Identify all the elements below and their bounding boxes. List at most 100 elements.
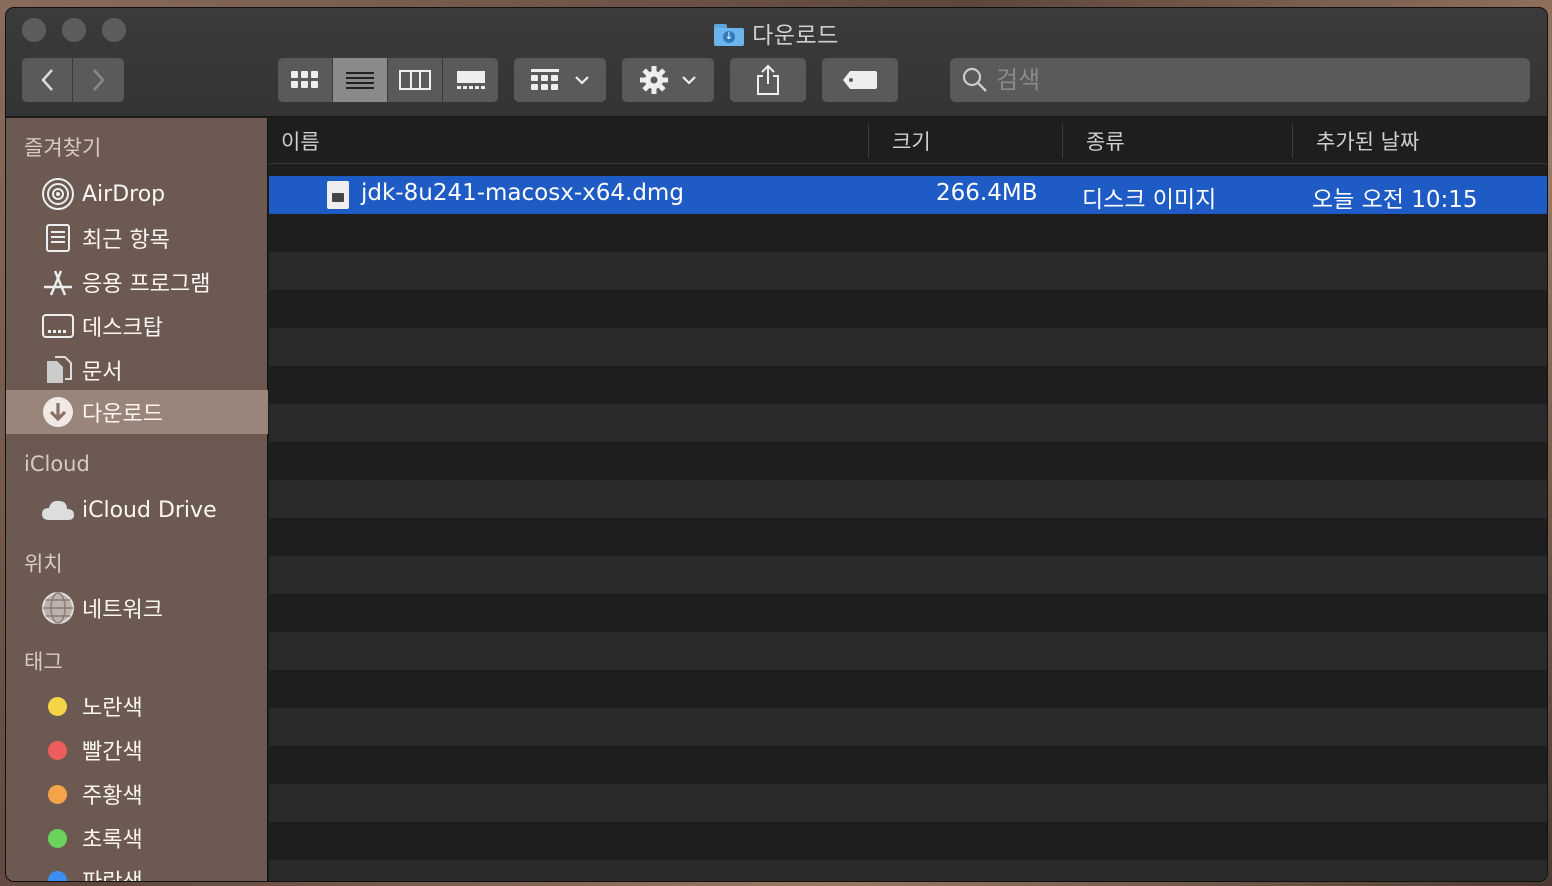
sidebar-item-label: 응용 프로그램 bbox=[82, 272, 211, 297]
column-divider[interactable] bbox=[868, 124, 869, 158]
empty-row bbox=[269, 670, 1547, 708]
search-icon bbox=[962, 67, 987, 92]
empty-row bbox=[269, 366, 1547, 404]
column-divider[interactable] bbox=[1062, 124, 1063, 158]
chevron-down-icon bbox=[682, 76, 696, 85]
sidebar-item-label: 다운로드 bbox=[82, 402, 163, 427]
network-icon bbox=[40, 590, 76, 626]
cloud-icon bbox=[40, 492, 76, 528]
documents-icon bbox=[40, 352, 76, 388]
favorites-header: 즐겨찾기 bbox=[24, 136, 102, 160]
column-header-row: 이름 크기 종류 추가된 날짜 bbox=[269, 118, 1547, 164]
window-title-text: 다운로드 bbox=[752, 23, 839, 49]
empty-row bbox=[269, 556, 1547, 594]
grid-icon bbox=[291, 71, 318, 88]
sidebar-item-label: 네트워크 bbox=[82, 598, 163, 623]
sidebar-item-label: iCloud Drive bbox=[82, 497, 217, 523]
edit-tags-button[interactable] bbox=[822, 58, 898, 102]
empty-row bbox=[269, 746, 1547, 784]
sidebar-item-label: 빨간색 bbox=[82, 740, 143, 765]
sidebar-item-documents[interactable]: 문서 bbox=[6, 348, 268, 392]
navigation-buttons bbox=[22, 58, 124, 102]
chevron-left-icon bbox=[41, 69, 53, 91]
sidebar-item-applications[interactable]: 응용 프로그램 bbox=[6, 260, 268, 304]
columns-icon bbox=[399, 70, 431, 90]
yellow-tag-dot-icon bbox=[48, 696, 67, 716]
column-header-size[interactable]: 크기 bbox=[892, 126, 931, 156]
icon-view-button[interactable] bbox=[278, 58, 333, 102]
gallery-view-button[interactable] bbox=[443, 58, 498, 102]
sidebar-item-label: 최근 항목 bbox=[82, 228, 170, 253]
empty-row bbox=[269, 708, 1547, 746]
action-menu-button[interactable] bbox=[622, 58, 714, 102]
share-button[interactable] bbox=[730, 58, 806, 102]
sidebar-item-label: 노란색 bbox=[82, 696, 143, 721]
sidebar-item-label: 파란색 bbox=[82, 864, 143, 881]
sidebar-tag-yellow[interactable]: 노란색 bbox=[6, 684, 268, 728]
tags-header: 태그 bbox=[24, 650, 63, 674]
disk-image-icon bbox=[327, 181, 349, 209]
column-header-kind[interactable]: 종류 bbox=[1086, 126, 1125, 156]
file-name: jdk-8u241-macosx-x64.dmg bbox=[361, 180, 684, 206]
back-button[interactable] bbox=[22, 58, 73, 102]
sidebar-tag-orange[interactable]: 주황색 bbox=[6, 772, 268, 816]
forward-button[interactable] bbox=[73, 58, 124, 102]
search-field[interactable] bbox=[950, 58, 1530, 102]
chevron-down-icon bbox=[575, 76, 589, 85]
table-row[interactable]: jdk-8u241-macosx-x64.dmg 266.4MB 디스크 이미지… bbox=[269, 176, 1547, 214]
file-kind: 디스크 이미지 bbox=[1082, 187, 1217, 213]
sidebar-item-recents[interactable]: 최근 항목 bbox=[6, 216, 268, 260]
share-icon bbox=[757, 64, 779, 95]
sidebar-tag-red[interactable]: 빨간색 bbox=[6, 728, 268, 772]
sidebar-tag-green[interactable]: 초록색 bbox=[6, 816, 268, 860]
applications-icon bbox=[40, 264, 76, 300]
list-view-button[interactable] bbox=[333, 58, 388, 102]
icloud-header: iCloud bbox=[24, 452, 90, 476]
empty-row bbox=[269, 404, 1547, 442]
sidebar-item-desktop[interactable]: 데스크탑 bbox=[6, 304, 268, 348]
sidebar-item-label: 주황색 bbox=[82, 784, 143, 809]
downloads-folder-icon: ↓ bbox=[714, 24, 745, 46]
group-by-button[interactable] bbox=[514, 58, 606, 102]
empty-row bbox=[269, 860, 1547, 881]
empty-row bbox=[269, 518, 1547, 556]
sidebar-item-label: 문서 bbox=[82, 360, 123, 385]
sidebar-item-icloud-drive[interactable]: iCloud Drive bbox=[6, 488, 268, 532]
desktop-icon bbox=[40, 308, 76, 344]
view-mode-control bbox=[278, 58, 498, 102]
column-header-date-added[interactable]: 추가된 날짜 bbox=[1316, 126, 1419, 156]
file-list: 이름 크기 종류 추가된 날짜 jdk-8u241-macosx-x64.dmg… bbox=[269, 118, 1547, 881]
search-input[interactable] bbox=[996, 66, 1496, 94]
empty-row bbox=[269, 594, 1547, 632]
sidebar-item-airdrop[interactable]: AirDrop bbox=[6, 172, 268, 216]
orange-tag-dot-icon bbox=[48, 784, 67, 804]
downloads-icon bbox=[40, 394, 76, 430]
column-header-name[interactable]: 이름 bbox=[281, 126, 320, 156]
file-date-added: 오늘 오전 10:15 bbox=[1312, 187, 1478, 213]
sidebar-item-network[interactable]: 네트워크 bbox=[6, 586, 268, 630]
column-view-button[interactable] bbox=[388, 58, 443, 102]
list-icon bbox=[346, 72, 374, 89]
empty-row bbox=[269, 480, 1547, 518]
finder-window: ↓ 다운로드 검색 즐겨찾기 AirDrop 최근 항목 응용 프로그램 데스크… bbox=[6, 8, 1547, 881]
empty-row bbox=[269, 784, 1547, 822]
empty-row bbox=[269, 442, 1547, 480]
empty-row bbox=[269, 214, 1547, 252]
column-divider[interactable] bbox=[1292, 124, 1293, 158]
sidebar-item-label: 데스크탑 bbox=[82, 316, 163, 341]
recents-icon bbox=[40, 220, 76, 256]
group-grid-icon bbox=[531, 69, 559, 90]
empty-row bbox=[269, 290, 1547, 328]
sidebar-item-downloads[interactable]: 다운로드 bbox=[6, 390, 268, 434]
sidebar-item-label: AirDrop bbox=[82, 181, 166, 207]
sidebar-tag-blue[interactable]: 파란색 bbox=[6, 858, 268, 881]
file-size: 266.4MB bbox=[936, 180, 1038, 206]
gallery-icon bbox=[456, 71, 485, 89]
chevron-right-icon bbox=[92, 69, 105, 91]
green-tag-dot-icon bbox=[48, 828, 67, 848]
tag-icon bbox=[843, 71, 877, 89]
red-tag-dot-icon bbox=[48, 740, 67, 760]
empty-row bbox=[269, 822, 1547, 860]
empty-row bbox=[269, 328, 1547, 366]
blue-tag-dot-icon bbox=[48, 870, 67, 881]
